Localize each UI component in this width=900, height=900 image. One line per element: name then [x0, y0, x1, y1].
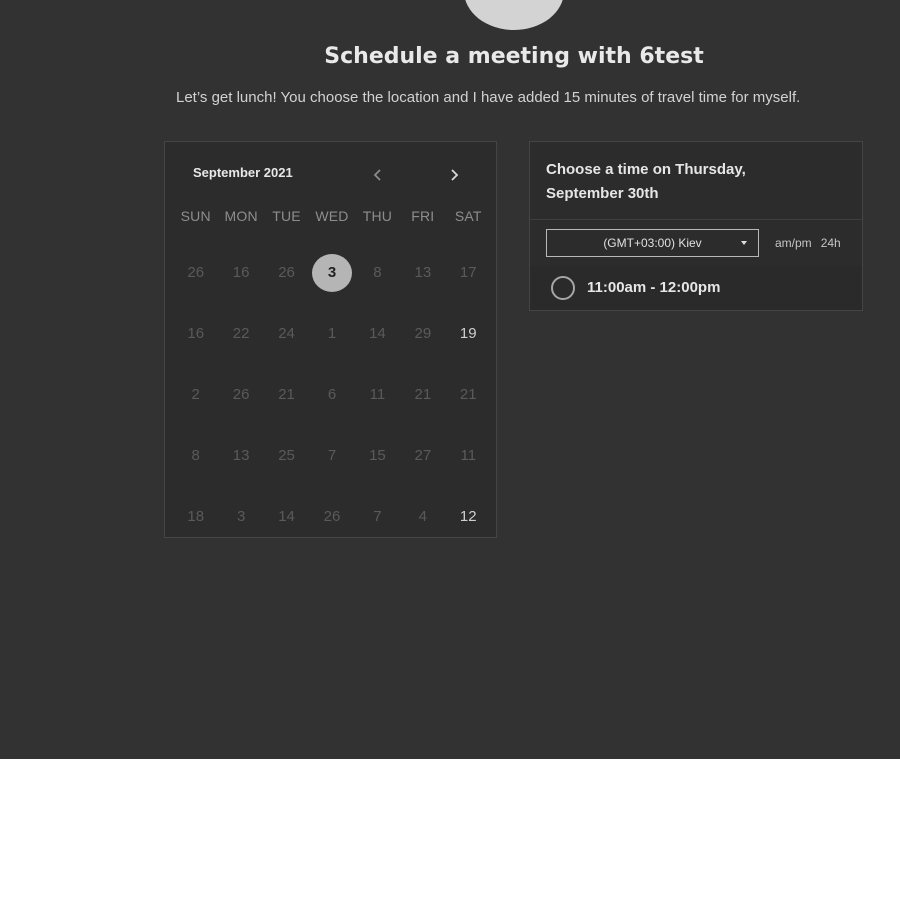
calendar-day: 26 — [173, 242, 218, 303]
calendar-day: 11 — [355, 364, 400, 425]
calendar-day-number: 13 — [414, 264, 432, 281]
calendar-day[interactable]: 25 — [264, 425, 309, 486]
calendar-day-number: 22 — [232, 325, 250, 342]
calendar-day-number: 21 — [414, 386, 432, 403]
calendar-day[interactable]: 7 — [309, 425, 354, 486]
calendar-day-grid: 26 16 26 3 8 13 17 16 22 24 1 14 29 19 2 26 21 6 11 21 21 8 13… — [173, 242, 491, 547]
calendar-day[interactable]: 12 — [446, 486, 491, 547]
timezone-value: (GMT+03:00) Kiev — [603, 236, 702, 250]
calendar-day: 14 — [264, 486, 309, 547]
calendar-day: 24 — [264, 303, 309, 364]
calendar-day: 21 — [446, 364, 491, 425]
calendar-day-number: 14 — [369, 325, 386, 342]
time-picker-header: Choose a time on Thursday, September 30t… — [530, 142, 862, 220]
weekday-header: SUN MON TUE WED THU FRI SAT — [173, 208, 491, 224]
calendar-day-number: 8 — [191, 447, 200, 464]
calendar-day-number: 26 — [187, 264, 205, 281]
calendar-day-number: 16 — [187, 325, 205, 342]
event-description: Let’s get lunch! You choose the location… — [176, 89, 801, 106]
calendar-day: 16 — [173, 303, 218, 364]
time-format-toggle: am/pm 24h — [775, 236, 841, 250]
calendar-day: 17 — [446, 242, 491, 303]
calendar-day-number: 3 — [311, 253, 352, 292]
calendar-day-number: 13 — [232, 447, 250, 464]
calendar-day-number: 25 — [278, 447, 295, 464]
calendar-day-number: 21 — [459, 386, 477, 403]
calendar-day[interactable]: 26 — [264, 242, 309, 303]
calendar-day-number: 26 — [232, 386, 250, 403]
calendar-day-number: 2 — [191, 386, 200, 403]
calendar-day[interactable]: 19 — [446, 303, 491, 364]
weekday-label: TUE — [272, 208, 301, 224]
time-slot[interactable]: 11:00am - 12:00pm — [530, 266, 862, 310]
calendar-day-number: 4 — [418, 508, 428, 525]
chevron-right-icon — [451, 169, 459, 181]
calendar-day: 2 — [173, 364, 218, 425]
calendar-day: 7 — [355, 486, 400, 547]
next-month-button[interactable] — [445, 166, 463, 184]
calendar: September 2021 SUN MON TUE WED THU FRI S… — [164, 141, 497, 538]
time-picker-panel: Choose a time on Thursday, September 30t… — [529, 141, 863, 311]
calendar-day-number: 1 — [327, 325, 337, 342]
calendar-day-number: 27 — [414, 447, 432, 464]
calendar-day-number: 26 — [278, 264, 295, 281]
calendar-day: 29 — [400, 303, 445, 364]
calendar-day: 1 — [309, 303, 354, 364]
time-picker-title: Choose a time on Thursday, September 30t… — [546, 161, 746, 202]
previous-month-button[interactable] — [369, 166, 387, 184]
calendar-day: 14 — [355, 303, 400, 364]
calendar-day-number: 18 — [187, 508, 205, 525]
calendar-day: 18 — [173, 486, 218, 547]
calendar-day-number: 12 — [459, 508, 477, 525]
calendar-day: 13 — [400, 242, 445, 303]
calendar-day: 13 — [218, 425, 263, 486]
calendar-day-number: 29 — [414, 325, 432, 342]
calendar-day[interactable]: 6 — [309, 364, 354, 425]
calendar-day-number: 7 — [327, 447, 337, 464]
radio-button[interactable] — [551, 276, 575, 300]
weekday-label: THU — [362, 208, 393, 224]
calendar-day: 8 — [173, 425, 218, 486]
calendar-day-number: 14 — [278, 508, 295, 525]
calendar-day-number: 26 — [323, 508, 341, 525]
24h-format-option[interactable]: 24h — [821, 236, 841, 250]
calendar-day: 27 — [400, 425, 445, 486]
weekday-label: SUN — [180, 208, 211, 224]
calendar-day: 4 — [400, 486, 445, 547]
calendar-day-number: 16 — [232, 264, 250, 281]
calendar-day: 22 — [218, 303, 263, 364]
calendar-day: 16 — [218, 242, 263, 303]
calendar-day-number: 3 — [236, 508, 246, 525]
weekday-label: MON — [224, 208, 258, 224]
timezone-select[interactable]: (GMT+03:00) Kiev — [546, 229, 759, 257]
calendar-day-number: 15 — [369, 447, 386, 464]
calendar-day: 21 — [264, 364, 309, 425]
calendar-day-number: 8 — [373, 264, 382, 281]
calendar-month-label: September 2021 — [193, 165, 293, 180]
calendar-day-number: 7 — [373, 508, 382, 525]
caret-down-icon — [741, 241, 747, 245]
calendar-day: 11 — [446, 425, 491, 486]
chevron-left-icon — [373, 169, 381, 181]
page-title: Schedule a meeting with 6test — [324, 44, 704, 69]
calendar-day: 26 — [309, 486, 354, 547]
weekday-label: WED — [315, 208, 349, 224]
calendar-day: 26 — [218, 364, 263, 425]
ampm-format-option[interactable]: am/pm — [775, 236, 812, 250]
calendar-day-number: 11 — [460, 447, 477, 464]
calendar-day: 8 — [355, 242, 400, 303]
calendar-day[interactable]: 3 — [309, 242, 354, 303]
calendar-day[interactable]: 3 — [218, 486, 263, 547]
weekday-label: SAT — [454, 208, 482, 224]
weekday-label: FRI — [411, 208, 435, 224]
calendar-day-number: 19 — [459, 325, 477, 342]
calendar-day-number: 6 — [327, 386, 337, 403]
calendar-day: 15 — [355, 425, 400, 486]
calendar-day-number: 17 — [459, 264, 477, 281]
calendar-day-number: 11 — [369, 386, 386, 403]
time-slot-label: 11:00am - 12:00pm — [587, 279, 721, 296]
calendar-day-number: 24 — [278, 325, 295, 342]
calendar-day: 21 — [400, 364, 445, 425]
calendar-day-number: 21 — [278, 386, 295, 403]
